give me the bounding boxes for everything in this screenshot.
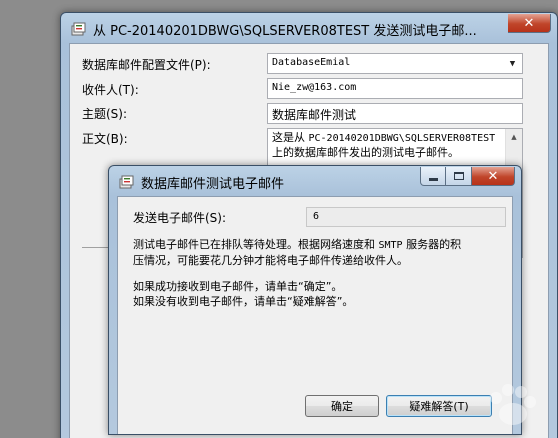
minimize-icon — [428, 177, 438, 181]
body-line-2: 上的数据库邮件发出的测试电子邮件。 — [272, 146, 459, 159]
profile-select[interactable]: DatabaseEmial ▼ — [267, 53, 523, 74]
maximize-button[interactable] — [446, 167, 472, 186]
watermark-paw-icon — [490, 384, 536, 425]
sent-email-label: 发送电子邮件(S): — [133, 211, 227, 225]
profile-select-value: DatabaseEmial — [272, 57, 351, 68]
dialog-controls: ✕ — [420, 167, 515, 186]
test-email-result-dialog: 数据库邮件测试电子邮件 ✕ 发送电子邮件(S): 6 测试电子邮件已在排队等待处… — [108, 165, 522, 435]
close-button[interactable]: ✕ — [508, 14, 551, 33]
to-input[interactable]: Nie_zw@163.com — [267, 78, 523, 99]
sent-email-value: 6 — [306, 207, 506, 227]
subject-label: 主题(S): — [82, 107, 128, 121]
back-window-controls: ✕ — [508, 14, 551, 33]
close-icon: ✕ — [487, 168, 499, 184]
queued-message: 测试电子邮件已在排队等待处理。根据网络速度和 SMTP 服务器的积 压情况，可能… — [133, 238, 462, 267]
back-window-titlebar[interactable]: 从 PC-20140201DBWG\SQLSERVER08TEST 发送测试电子… — [61, 13, 557, 43]
database-mail-icon — [119, 175, 134, 189]
dialog-client: 发送电子邮件(S): 6 测试电子邮件已在排队等待处理。根据网络速度和 SMTP… — [117, 196, 513, 434]
instruction-line-1: 如果成功接收到电子邮件，请单击“确定”。 — [133, 280, 343, 293]
close-button[interactable]: ✕ — [472, 167, 515, 186]
body-label: 正文(B): — [82, 132, 128, 146]
instruction-line-2: 如果没有收到电子邮件，请单击“疑难解答”。 — [133, 295, 354, 308]
subject-input[interactable]: 数据库邮件测试 — [267, 103, 523, 124]
chevron-down-icon[interactable]: ▼ — [504, 55, 521, 72]
dialog-title: 数据库邮件测试电子邮件 — [141, 177, 285, 192]
instruction-message: 如果成功接收到电子邮件，请单击“确定”。 如果没有收到电子邮件，请单击“疑难解答… — [133, 279, 518, 309]
maximize-icon — [453, 172, 464, 180]
ok-button[interactable]: 确定 — [305, 395, 379, 417]
body-line-1: 这是从 PC-20140201DBWG\SQLSERVER08TEST — [272, 131, 496, 144]
database-mail-icon — [71, 22, 86, 36]
minimize-button[interactable] — [420, 167, 446, 186]
scroll-up-icon[interactable]: ▲ — [506, 129, 522, 145]
profile-label: 数据库邮件配置文件(P): — [82, 58, 211, 72]
window-title: 从 PC-20140201DBWG\SQLSERVER08TEST 发送测试电子… — [93, 24, 477, 39]
close-icon: ✕ — [523, 15, 535, 31]
to-label: 收件人(T): — [82, 83, 139, 97]
